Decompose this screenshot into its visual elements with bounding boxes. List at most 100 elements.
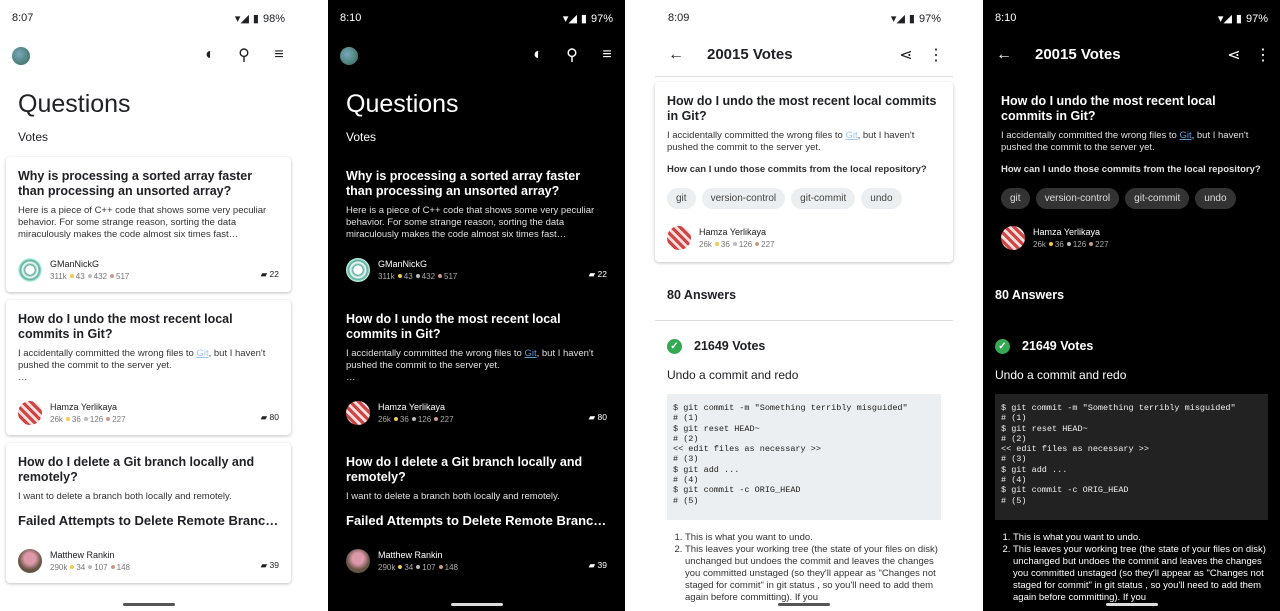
theme-toggle-icon[interactable]: ◐	[527, 44, 549, 66]
question-body: I accidentally committed the wrong files…	[18, 348, 266, 383]
question-title: Why is processing a sorted array faster …	[346, 169, 581, 198]
list-item: This leaves your working tree (the state…	[1013, 544, 1268, 604]
tag-chip[interactable]: version-control	[1035, 188, 1120, 209]
author-name: Hamza Yerlikaya	[1033, 227, 1101, 237]
status-time: 8:09	[668, 12, 690, 24]
author-name: Matthew Rankin	[378, 550, 443, 560]
author-name: Hamza Yerlikaya	[50, 402, 118, 412]
comment-icon: ▰	[260, 412, 268, 422]
page-title: Questions	[346, 90, 459, 118]
tag-chip[interactable]: undo	[1195, 188, 1236, 209]
signal-icon: ▾◢	[234, 13, 249, 25]
more-icon[interactable]: ⋮	[1252, 44, 1274, 66]
status-icons: ▾◢ ▮ 97%	[891, 12, 941, 26]
question-author: Hamza Yerlikaya 26k 36 126 227	[18, 401, 126, 425]
code-block: $ git commit -m "Something terribly misg…	[667, 394, 941, 520]
question-card[interactable]: How do I undo the most recent local comm…	[6, 300, 291, 435]
answers-heading: 80 Answers	[667, 288, 737, 302]
app-bar: ◐ ⚲ ≡	[0, 40, 297, 72]
battery-icon: ▮	[580, 13, 587, 25]
sort-label[interactable]: Votes	[18, 130, 48, 144]
avatar	[18, 549, 42, 573]
accepted-check-icon: ✓	[995, 339, 1010, 355]
question-card[interactable]: How do I undo the most recent local comm…	[334, 300, 619, 435]
profile-avatar[interactable]	[12, 47, 30, 65]
question-author: GManNickG 311k 43 432 517	[346, 258, 457, 282]
question-body: Here is a piece of C++ code that shows s…	[346, 205, 595, 240]
answer-list: This is what you want to undo. This leav…	[995, 532, 1268, 604]
avatar	[346, 258, 370, 282]
status-bar: 8:10 ▾◢ ▮ 97%	[328, 0, 625, 36]
question-card[interactable]: How do I delete a Git branch locally and…	[6, 443, 291, 583]
tag-chip[interactable]: git-commit	[1125, 188, 1190, 209]
gesture-bar[interactable]	[778, 603, 830, 606]
status-icons: ▾◢ ▮ 98%	[234, 12, 285, 26]
page-title: 20015 Votes	[1035, 46, 1121, 63]
comment-icon: ▰	[588, 560, 596, 570]
status-bar: 8:07 ▾◢ ▮ 98%	[0, 0, 297, 36]
question-body: I want to delete a branch both locally a…	[346, 491, 560, 502]
battery-level: 97%	[590, 12, 613, 25]
author-stats: 311k 43 432 517	[50, 272, 130, 281]
answer-count: ▰ 22	[588, 269, 607, 279]
share-icon[interactable]: ⋖	[1223, 44, 1245, 66]
answer-votes: ✓ 21649 Votes	[995, 339, 1093, 355]
question-title: How do I delete a Git branch locally and…	[346, 455, 583, 484]
comment-icon: ▰	[588, 269, 596, 279]
tag-list: git version-control git-commit undo	[667, 188, 941, 209]
list-item: This is what you want to undo.	[685, 532, 941, 544]
screen-detail-light: 8:09 ▾◢ ▮ 97% ← 20015 Votes ⋖ ⋮ How do I u…	[625, 0, 983, 611]
code-block: $ git commit -m "Something terribly misg…	[995, 394, 1268, 520]
status-bar: 8:10 ▾◢ ▮ 97%	[983, 0, 1280, 36]
question-detail-card: How do I undo the most recent local comm…	[655, 82, 953, 262]
tag-chip[interactable]: git	[1001, 188, 1030, 209]
theme-toggle-icon[interactable]: ◐	[199, 44, 221, 66]
more-icon[interactable]: ⋮	[925, 44, 947, 66]
search-icon[interactable]: ⚲	[233, 44, 255, 66]
search-icon[interactable]: ⚲	[561, 44, 583, 66]
sort-icon[interactable]: ≡	[268, 44, 290, 66]
list-item: This leaves your working tree (the state…	[685, 544, 941, 604]
answer-title: Undo a commit and redo	[995, 368, 1127, 382]
share-icon[interactable]: ⋖	[895, 44, 917, 66]
question-heading: Failed Attempts to Delete Remote Branc…	[18, 513, 279, 528]
question-author: Matthew Rankin 290k 34 107 148	[346, 549, 458, 573]
screen-detail-dark: 8:10 ▾◢ ▮ 97% ← 20015 Votes ⋖ ⋮ How do I u…	[983, 0, 1280, 611]
accepted-check-icon: ✓	[667, 339, 682, 355]
question-author: GManNickG 311k 43 432 517	[18, 258, 129, 282]
profile-avatar[interactable]	[340, 47, 358, 65]
question-body: Here is a piece of C++ code that shows s…	[18, 205, 267, 240]
question-card[interactable]: Why is processing a sorted array faster …	[6, 157, 291, 292]
comment-icon: ▰	[260, 269, 268, 279]
answers-heading: 80 Answers	[995, 288, 1065, 302]
tag-chip[interactable]: version-control	[701, 188, 786, 209]
gesture-bar[interactable]	[122, 603, 175, 606]
app-bar: ← 20015 Votes ⋖ ⋮	[625, 40, 983, 72]
gesture-bar[interactable]	[450, 603, 503, 606]
status-time: 8:10	[340, 12, 362, 24]
question-title: How do I delete a Git branch locally and…	[18, 455, 255, 484]
avatar	[18, 258, 42, 282]
answer-count: ▰ 80	[260, 412, 279, 422]
battery-icon: ▮	[908, 13, 915, 25]
gesture-bar[interactable]	[1105, 603, 1158, 606]
battery-level: 97%	[1245, 12, 1268, 25]
signal-icon: ▾◢	[1217, 13, 1232, 25]
tag-chip[interactable]: git-commit	[791, 188, 856, 209]
sort-label[interactable]: Votes	[346, 130, 376, 144]
question-title: How do I undo the most recent local comm…	[1001, 94, 1216, 123]
tag-chip[interactable]: undo	[861, 188, 902, 209]
battery-level: 98%	[262, 12, 285, 25]
back-icon[interactable]: ←	[993, 44, 1015, 66]
battery-icon: ▮	[252, 13, 259, 25]
question-card[interactable]: How do I delete a Git branch locally and…	[334, 443, 619, 583]
question-heading: Failed Attempts to Delete Remote Branc…	[346, 513, 607, 528]
comment-icon: ▰	[588, 412, 596, 422]
back-icon[interactable]: ←	[665, 44, 687, 66]
question-card[interactable]: Why is processing a sorted array faster …	[334, 157, 619, 292]
gap	[297, 0, 328, 611]
author-stats: 26k 36 126 227	[50, 415, 126, 424]
page-title: 20015 Votes	[707, 46, 793, 63]
sort-icon[interactable]: ≡	[596, 44, 618, 66]
tag-chip[interactable]: git	[667, 188, 696, 209]
